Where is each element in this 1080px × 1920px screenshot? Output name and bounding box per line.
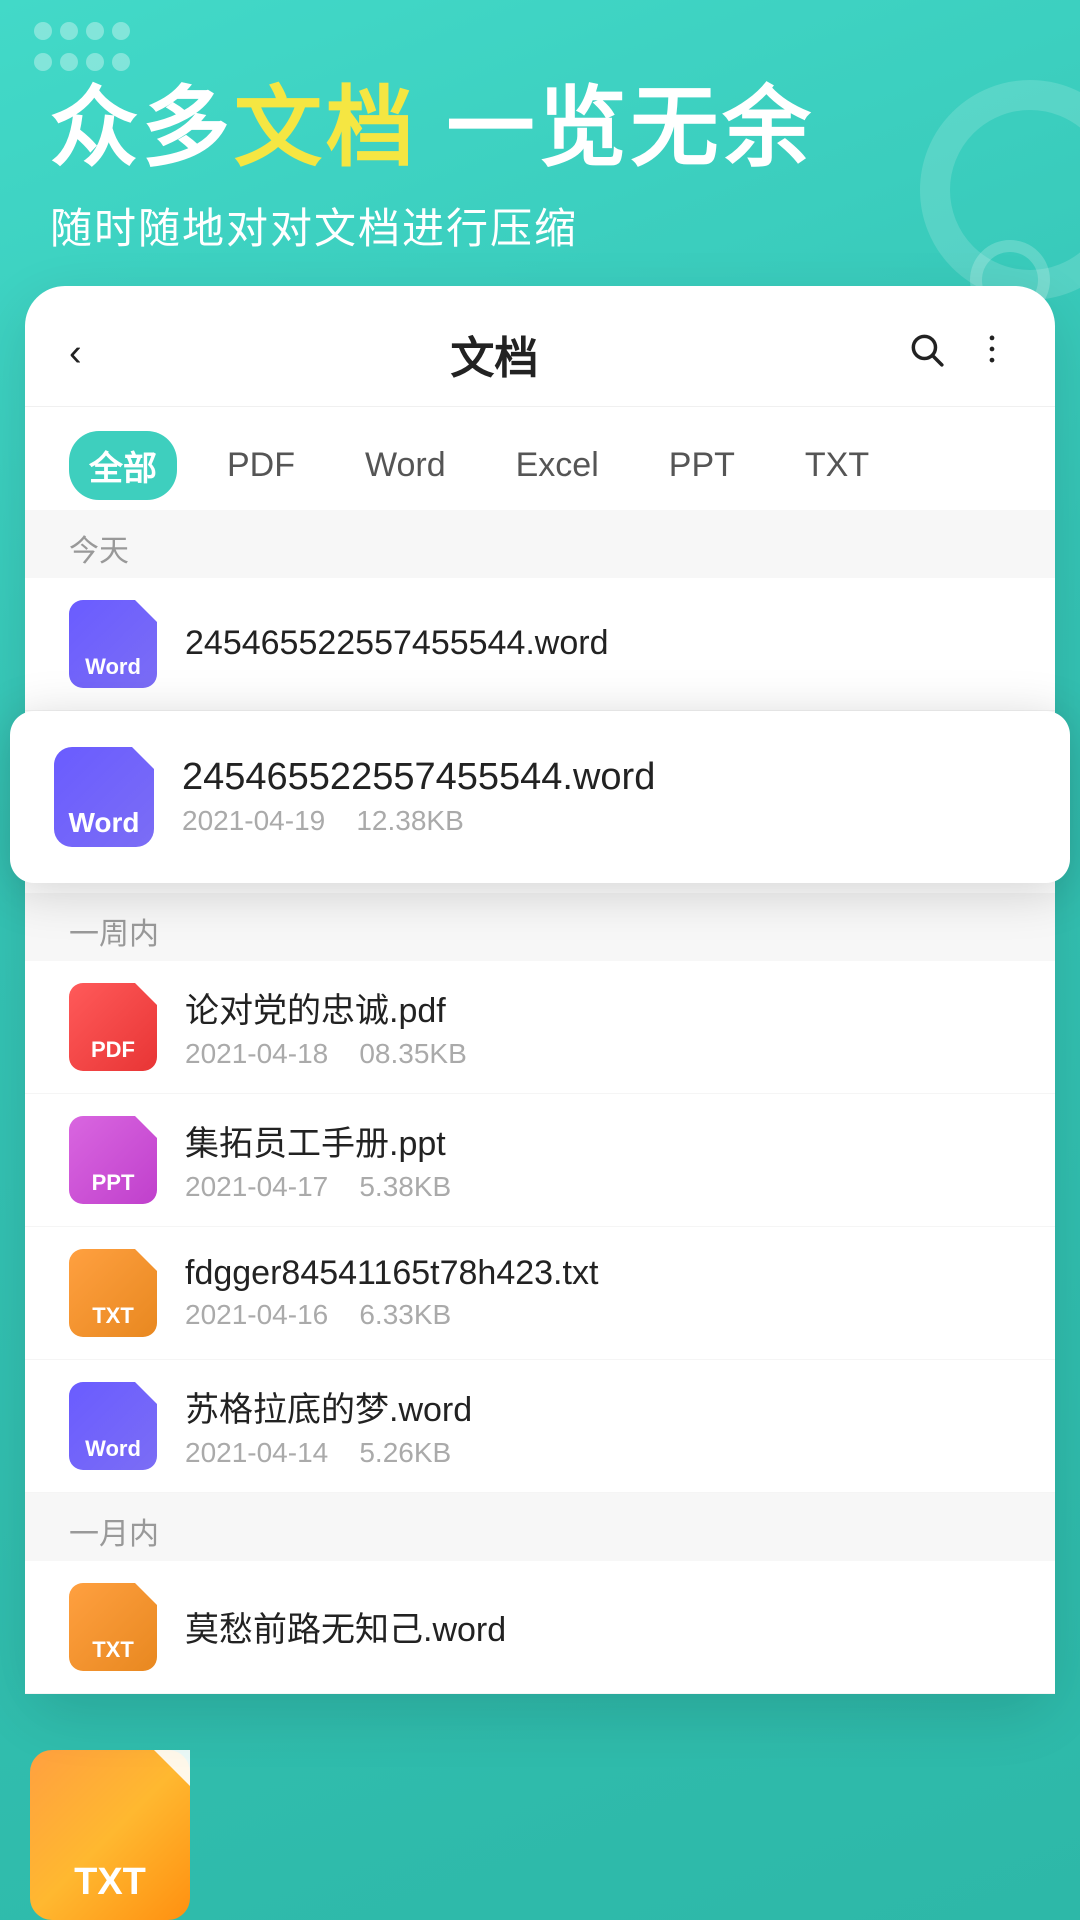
selected-file-date: 2021-04-19 — [182, 805, 325, 836]
section-label-month: 一月内 — [25, 1493, 1055, 1561]
tab-pdf[interactable]: PDF — [207, 436, 315, 495]
file-icon-txt: TXT — [69, 1249, 157, 1337]
section-label-week: 一周内 — [25, 893, 1055, 961]
selected-file-icon: Word — [54, 747, 154, 847]
file-name-last: 莫愁前路无知己.word — [185, 1602, 1011, 1651]
hero-title-highlight: 文档 — [234, 78, 418, 177]
hero-title-part1: 众多 — [50, 78, 234, 177]
file-name-txt: fdgger84541165t78h423.txt — [185, 1254, 1011, 1293]
list-item[interactable]: TXT fdgger84541165t78h423.txt 2021-04-16… — [25, 1227, 1055, 1360]
file-info-last: 莫愁前路无知己.word — [185, 1602, 1011, 1651]
selected-file-card[interactable]: Word 245465522557455544.word 2021-04-19 … — [10, 711, 1070, 883]
file-icon-word-preview: Word — [69, 600, 157, 688]
list-item[interactable]: Word 苏格拉底的梦.word 2021-04-14 5.26KB — [25, 1360, 1055, 1493]
hero-title-part2: 一览无余 — [418, 78, 814, 177]
tab-word[interactable]: Word — [345, 436, 466, 495]
file-icon-txt2: TXT — [69, 1583, 157, 1671]
file-name-word2: 苏格拉底的梦.word — [185, 1382, 1011, 1431]
back-button[interactable]: ‹ — [69, 332, 82, 375]
file-name-preview: 245465522557455544.word — [185, 624, 1011, 663]
file-name-ppt: 集拓员工手册.ppt — [185, 1116, 1011, 1165]
file-icon-ppt: PPT — [69, 1116, 157, 1204]
main-card: ‹ 文档 全部 PDF Word Excel PPT TXT 今天 — [25, 286, 1055, 1694]
tab-txt[interactable]: TXT — [785, 436, 889, 495]
selected-file-info: 245465522557455544.word 2021-04-19 12.38… — [182, 756, 1026, 837]
tab-all[interactable]: 全部 — [69, 431, 177, 500]
file-item-preview[interactable]: Word 245465522557455544.word — [25, 578, 1055, 711]
file-meta-ppt: 2021-04-17 5.38KB — [185, 1171, 1011, 1203]
selected-file-meta: 2021-04-19 12.38KB — [182, 805, 1026, 837]
hero-subtitle: 随时随地对对文档进行压缩 — [50, 195, 1030, 256]
card-header: ‹ 文档 — [25, 286, 1055, 407]
file-info-txt: fdgger84541165t78h423.txt 2021-04-16 6.3… — [185, 1254, 1011, 1331]
file-meta-word2: 2021-04-14 5.26KB — [185, 1437, 1011, 1469]
file-meta-txt: 2021-04-16 6.33KB — [185, 1299, 1011, 1331]
search-icon[interactable] — [907, 330, 945, 378]
header-icons — [907, 330, 1011, 378]
hero-title: 众多文档 一览无余 — [50, 80, 1030, 177]
file-info-pdf: 论对党的忠诚.pdf 2021-04-18 08.35KB — [185, 983, 1011, 1070]
file-info-ppt: 集拓员工手册.ppt 2021-04-17 5.38KB — [185, 1116, 1011, 1203]
tab-excel[interactable]: Excel — [496, 436, 619, 495]
more-icon[interactable] — [973, 330, 1011, 378]
floating-txt-icon: TXT — [30, 1750, 190, 1920]
file-meta-pdf: 2021-04-18 08.35KB — [185, 1038, 1011, 1070]
selected-file-size: 12.38KB — [356, 805, 463, 836]
file-name-pdf: 论对党的忠诚.pdf — [185, 983, 1011, 1032]
section-label-today: 今天 — [25, 510, 1055, 578]
list-item[interactable]: PDF 论对党的忠诚.pdf 2021-04-18 08.35KB — [25, 961, 1055, 1094]
file-info-preview: 245465522557455544.word — [185, 624, 1011, 663]
hero-section: 众多文档 一览无余 随时随地对对文档进行压缩 — [0, 0, 1080, 256]
filter-tabs: 全部 PDF Word Excel PPT TXT — [25, 407, 1055, 510]
selected-file-name: 245465522557455544.word — [182, 756, 1026, 799]
card-title: 文档 — [450, 322, 538, 386]
file-icon-word2: Word — [69, 1382, 157, 1470]
txt-icon-label: TXT — [74, 1861, 146, 1904]
list-item[interactable]: PPT 集拓员工手册.ppt 2021-04-17 5.38KB — [25, 1094, 1055, 1227]
file-icon-pdf: PDF — [69, 983, 157, 1071]
file-info-word2: 苏格拉底的梦.word 2021-04-14 5.26KB — [185, 1382, 1011, 1469]
list-item[interactable]: TXT 莫愁前路无知己.word — [25, 1561, 1055, 1694]
tab-ppt[interactable]: PPT — [649, 436, 755, 495]
